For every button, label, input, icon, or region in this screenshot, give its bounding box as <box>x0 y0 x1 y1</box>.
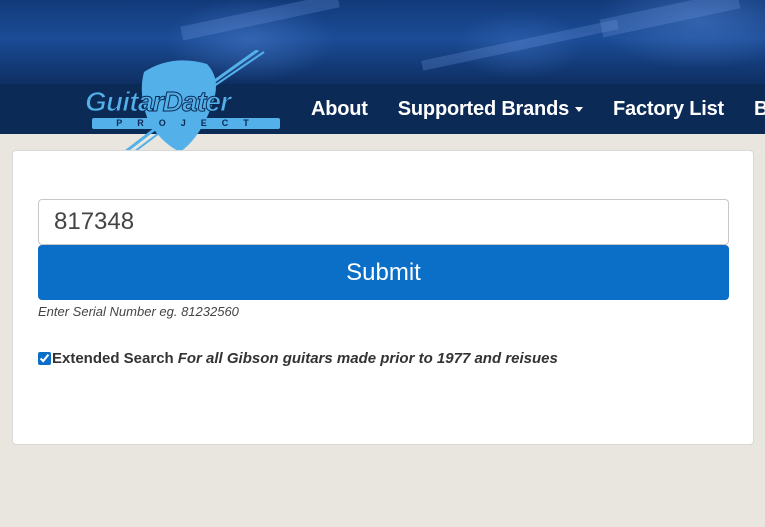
logo-subtitle: PROJECT <box>92 118 280 129</box>
nav-blog[interactable]: Blo <box>739 98 765 121</box>
main-nav: About Supported Brands Factory List Blo <box>296 84 765 134</box>
nav-about[interactable]: About <box>296 98 383 121</box>
guitardater-logo[interactable]: GuitarDater PROJECT <box>82 48 292 165</box>
extended-search-note: For all Gibson guitars made prior to 197… <box>177 349 558 367</box>
logo-wordmark: GuitarDater <box>84 86 231 118</box>
nav-about-label: About <box>311 97 368 120</box>
extended-search-checkbox[interactable] <box>38 351 51 365</box>
caret-down-icon <box>575 106 584 112</box>
nav-factory-list[interactable]: Factory List <box>598 98 739 121</box>
submit-button[interactable]: Submit <box>38 245 729 300</box>
extended-search-label[interactable]: Extended Search <box>52 350 174 367</box>
nav-blog-label: Blo <box>754 97 765 120</box>
nav-supported-brands-label: Supported Brands <box>397 97 570 120</box>
nav-factory-list-label: Factory List <box>613 97 724 120</box>
nav-supported-brands[interactable]: Supported Brands <box>383 98 598 121</box>
extended-search-row: Extended Search For all Gibson guitars m… <box>38 348 558 368</box>
serial-help-text: Enter Serial Number eg. 81232560 <box>38 304 239 319</box>
serial-number-input[interactable] <box>38 199 729 245</box>
